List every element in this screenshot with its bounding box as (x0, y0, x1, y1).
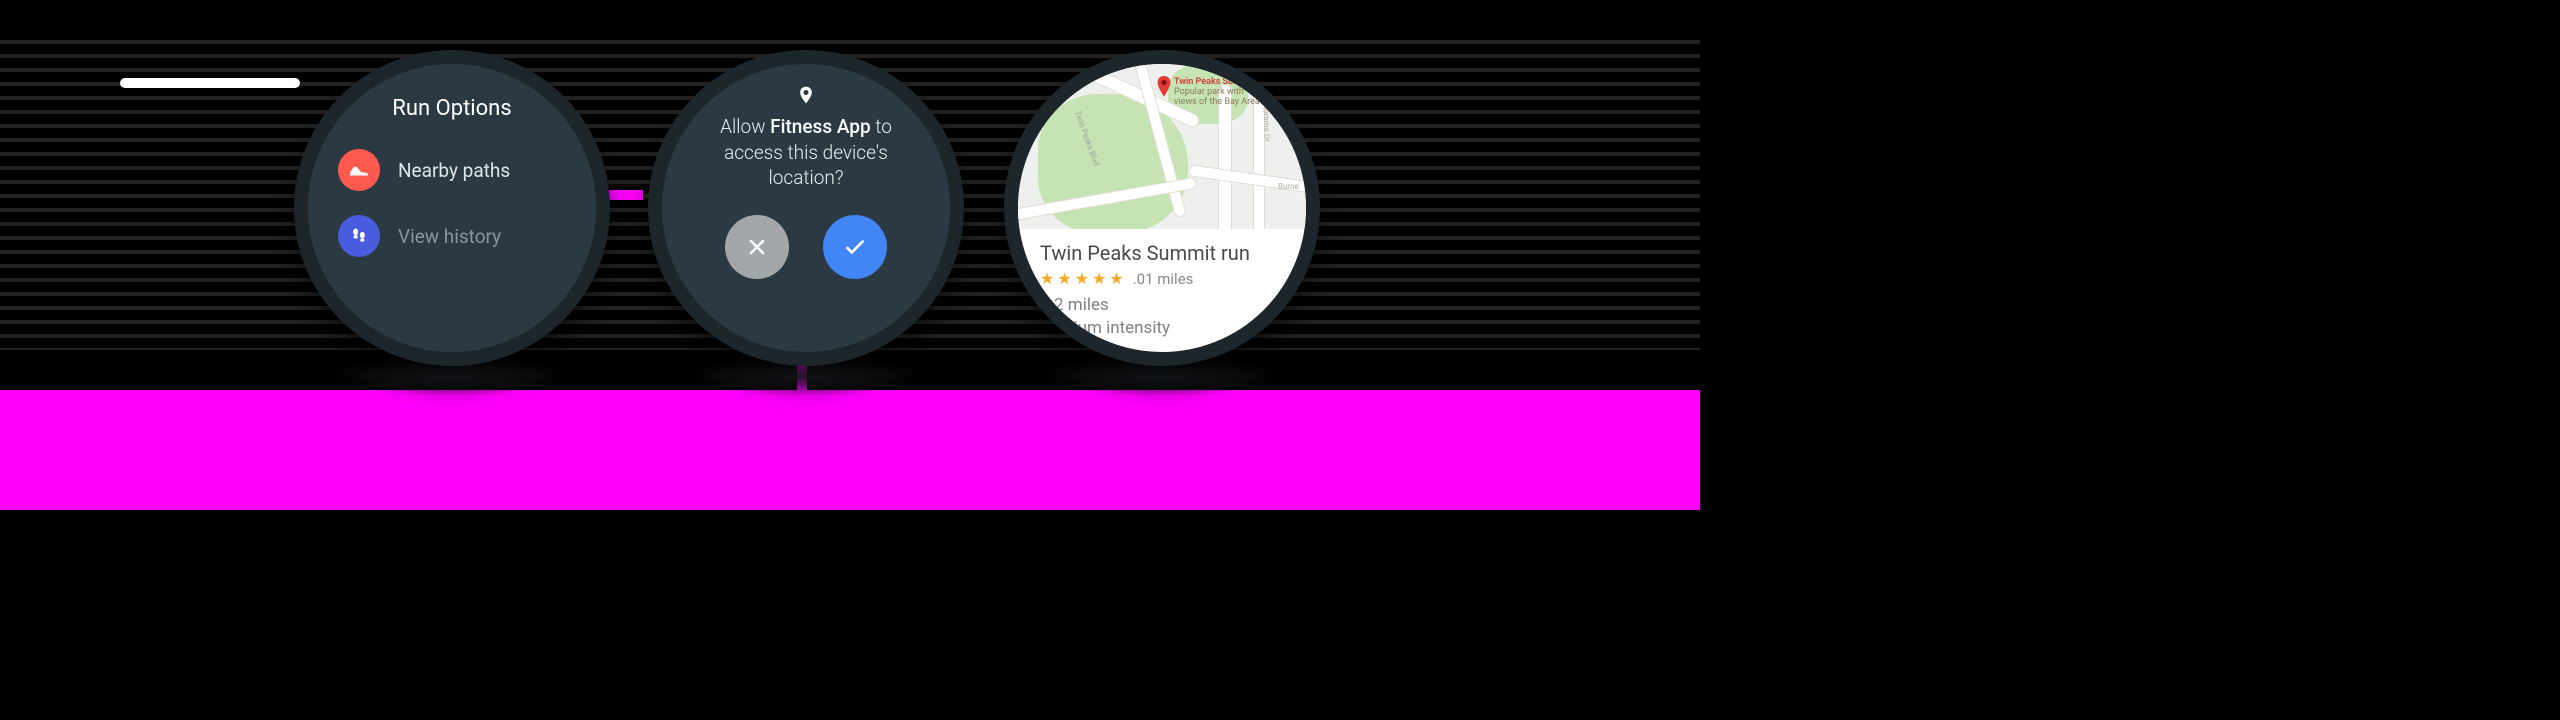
watch-run-options: Run Options Nearby paths View history (294, 50, 610, 366)
menu-item-label: Nearby paths (398, 159, 510, 182)
deny-button[interactable] (725, 215, 789, 279)
check-icon (842, 234, 868, 260)
map-view[interactable]: Twin Peaks Blvd Panorama Dr Burne Twin P… (1018, 64, 1306, 229)
prompt-prefix: Allow (720, 115, 770, 138)
watch-permission-dialog: Allow Fitness App to access this device'… (648, 50, 964, 366)
menu-item-label: View history (398, 225, 501, 248)
map-pin-label: Twin Peaks Summit Popular park with view… (1174, 78, 1264, 108)
close-icon (745, 235, 769, 259)
watch-map-result: Twin Peaks Blvd Panorama Dr Burne Twin P… (1004, 50, 1320, 366)
magenta-highlight-block (0, 390, 1700, 510)
result-card[interactable]: Twin Peaks Summit run ★ ★ ★ ★ ★ .01 mile… (1018, 229, 1306, 340)
permission-prompt-text: Allow Fitness App to access this device'… (662, 108, 950, 191)
distance-small: .01 miles (1133, 270, 1194, 288)
rating-row: ★ ★ ★ ★ ★ .01 miles (1040, 269, 1284, 288)
screen-title: Run Options (308, 96, 596, 121)
result-distance: 5.2 miles (1040, 294, 1284, 317)
star-icon: ★ (1040, 269, 1054, 288)
map-pin-icon[interactable] (1156, 76, 1172, 98)
location-pin-icon (662, 82, 950, 108)
white-streak (120, 78, 300, 88)
star-icon: ★ (1057, 269, 1071, 288)
star-icon: ★ (1092, 269, 1106, 288)
menu-item-view-history[interactable]: View history (308, 215, 596, 257)
menu-item-nearby-paths[interactable]: Nearby paths (308, 149, 596, 191)
result-intensity: Medium intensity (1040, 317, 1284, 340)
star-icon: ★ (1109, 269, 1123, 288)
allow-button[interactable] (823, 215, 887, 279)
star-icon: ★ (1075, 269, 1089, 288)
pin-subtitle: Popular park with views of the Bay Area (1174, 88, 1264, 108)
result-title: Twin Peaks Summit run (1040, 241, 1284, 265)
app-name: Fitness App (770, 115, 870, 138)
footsteps-icon (338, 215, 380, 257)
shoe-icon (338, 149, 380, 191)
